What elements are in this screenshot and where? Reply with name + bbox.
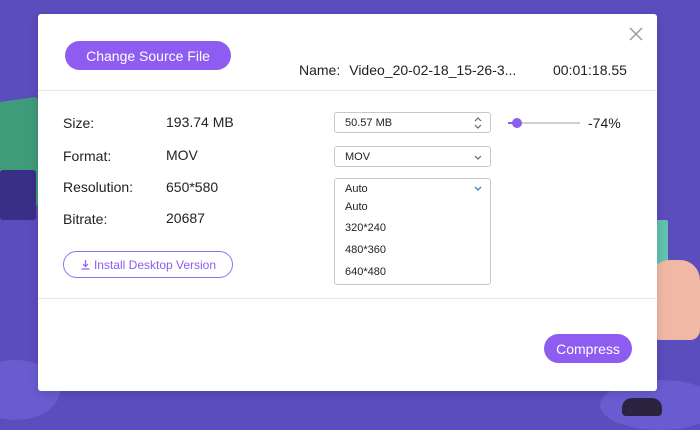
resolution-dropdown[interactable]: Auto Auto 320*240 480*360 640*480 bbox=[334, 178, 491, 285]
file-name-value: Video_20-02-18_15-26-3... bbox=[349, 62, 517, 78]
chevron-down-icon bbox=[472, 150, 484, 164]
file-name-row: Name: Video_20-02-18_15-26-3... 00:01:18.… bbox=[299, 62, 627, 78]
background-illustration bbox=[650, 260, 700, 340]
divider bbox=[38, 90, 657, 91]
output-size-stepper[interactable]: 50.57 MB bbox=[334, 112, 491, 133]
chevron-down-icon[interactable] bbox=[472, 183, 484, 195]
format-select[interactable]: MOV bbox=[334, 146, 491, 167]
format-value: MOV bbox=[166, 147, 198, 163]
compression-percent: -74% bbox=[588, 115, 621, 131]
format-label: Format: bbox=[63, 148, 112, 164]
resolution-selected-value: Auto bbox=[345, 183, 368, 195]
compress-dialog: Change Source File Name: Video_20-02-18_1… bbox=[38, 14, 657, 391]
bitrate-value: 20687 bbox=[166, 210, 205, 226]
install-desktop-version-button[interactable]: Install Desktop Version bbox=[63, 251, 233, 278]
compress-button[interactable]: Compress bbox=[544, 334, 632, 363]
resolution-value: 650*580 bbox=[166, 179, 219, 195]
format-select-value: MOV bbox=[345, 151, 371, 163]
download-icon bbox=[80, 259, 91, 270]
output-size-value: 50.57 MB bbox=[345, 117, 393, 129]
install-label: Install Desktop Version bbox=[93, 257, 217, 272]
background-decoration bbox=[0, 170, 36, 220]
change-source-file-button[interactable]: Change Source File bbox=[65, 41, 231, 70]
resolution-option[interactable]: 320*240 bbox=[345, 222, 485, 234]
stepper-arrows-icon[interactable] bbox=[472, 116, 484, 130]
size-label: Size: bbox=[63, 115, 95, 131]
resolution-option[interactable]: 640*480 bbox=[345, 266, 485, 278]
duration-value: 00:01:18.55 bbox=[553, 62, 627, 78]
resolution-option[interactable]: Auto bbox=[345, 201, 485, 213]
size-value: 193.74 MB bbox=[166, 114, 234, 130]
size-slider[interactable] bbox=[508, 115, 580, 131]
divider bbox=[38, 298, 657, 299]
background-illustration bbox=[622, 398, 662, 416]
resolution-option[interactable]: 480*360 bbox=[345, 244, 485, 256]
slider-handle[interactable] bbox=[512, 118, 522, 128]
resolution-label: Resolution: bbox=[63, 179, 134, 195]
name-label: Name: bbox=[299, 62, 341, 78]
bitrate-label: Bitrate: bbox=[63, 211, 108, 227]
close-icon[interactable] bbox=[626, 24, 646, 44]
